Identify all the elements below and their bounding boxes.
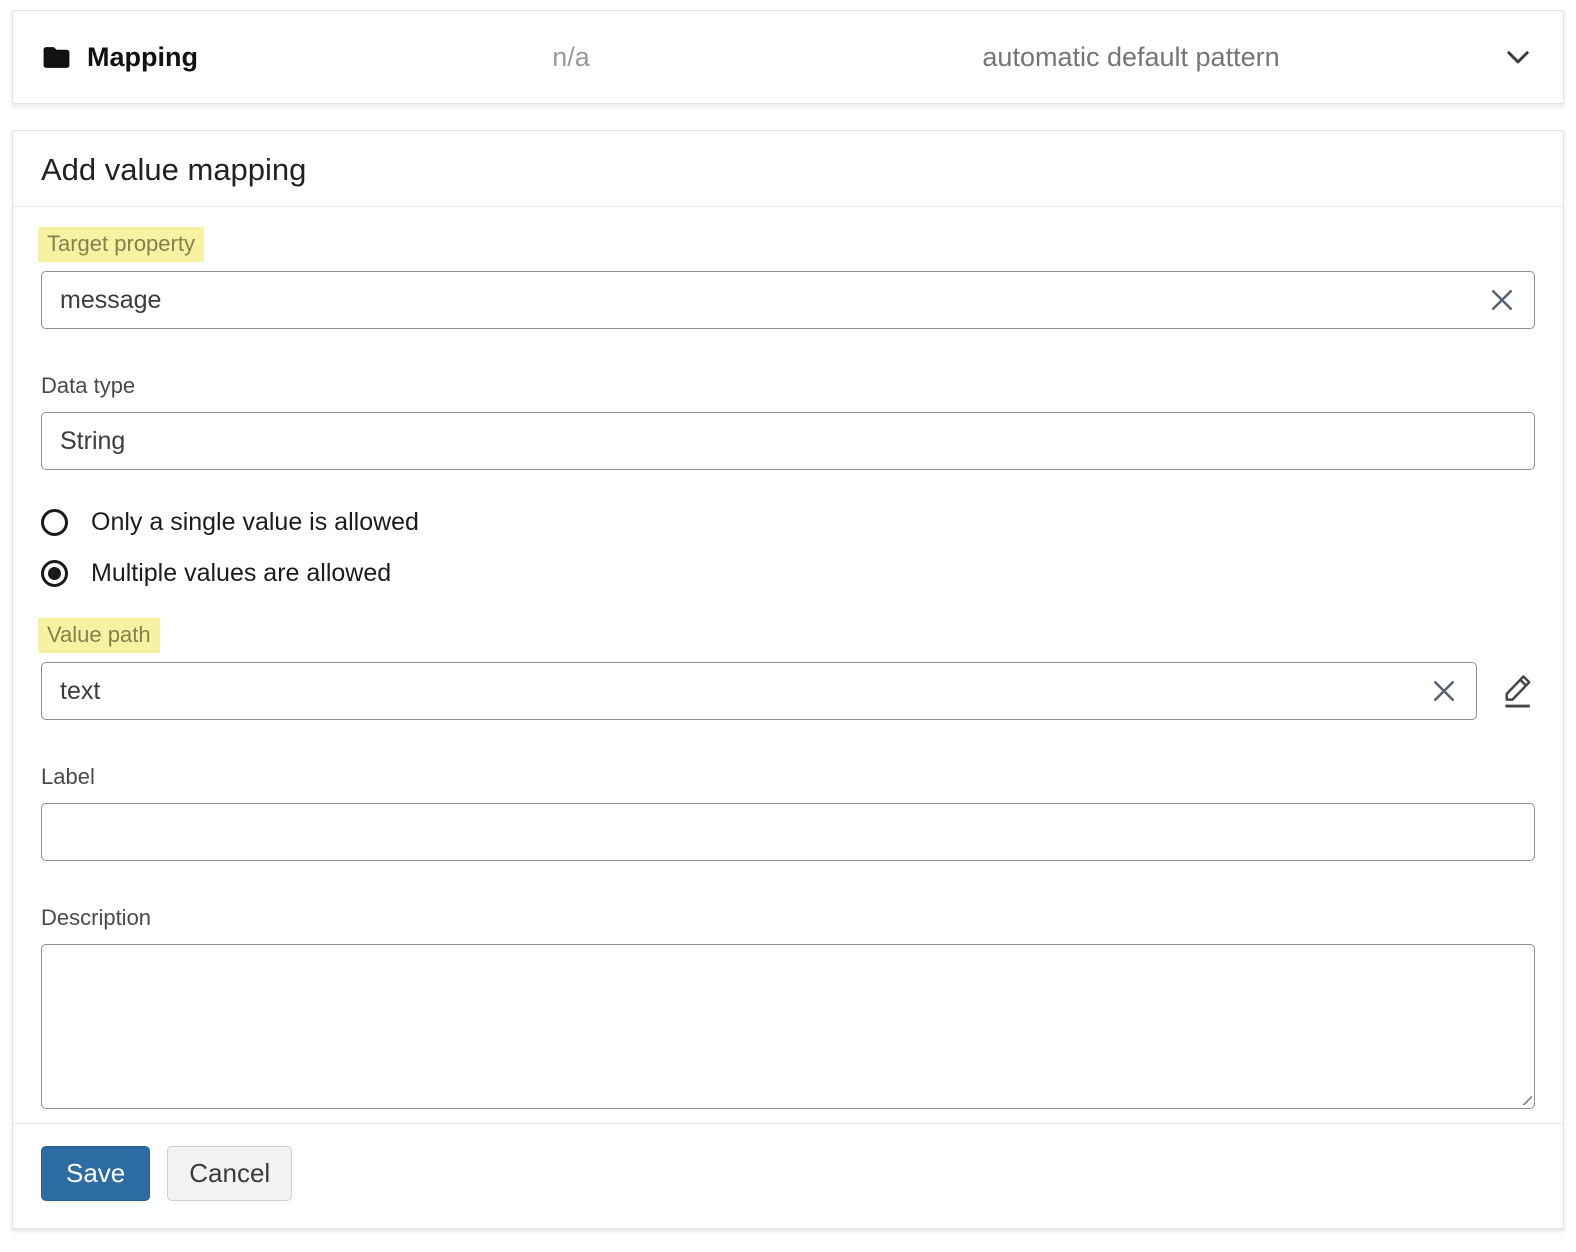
radio-unchecked-icon[interactable]: [41, 509, 68, 536]
multiple-values-radio[interactable]: Multiple values are allowed: [41, 559, 1535, 588]
cancel-button[interactable]: Cancel: [167, 1146, 293, 1201]
single-value-radio[interactable]: Only a single value is allowed: [41, 508, 1535, 537]
card-footer: Save Cancel: [13, 1123, 1563, 1228]
chevron-down-icon[interactable]: [1491, 40, 1535, 74]
label-label: Label: [41, 764, 95, 789]
mapping-middle-value: n/a: [552, 41, 590, 72]
data-type-input[interactable]: [41, 412, 1535, 470]
description-group: Description: [41, 905, 1535, 1109]
card-body: Target property Data type: [13, 207, 1563, 1123]
clear-value-path-icon[interactable]: [1429, 676, 1459, 706]
target-property-group: Target property: [38, 227, 1535, 329]
single-value-radio-label: Only a single value is allowed: [91, 508, 419, 536]
mapping-header-left: Mapping: [41, 42, 371, 73]
card-header: Add value mapping: [13, 131, 1563, 207]
cardinality-radio-group: Only a single value is allowed Multiple …: [41, 508, 1535, 588]
save-button[interactable]: Save: [41, 1146, 151, 1201]
mapping-pattern-value: automatic default pattern: [982, 41, 1280, 72]
description-label: Description: [41, 905, 152, 930]
target-property-input[interactable]: [41, 271, 1535, 329]
radio-checked-icon[interactable]: [41, 560, 68, 587]
value-path-group: Value path: [38, 618, 1535, 720]
mapping-title: Mapping: [87, 41, 198, 72]
description-textarea[interactable]: [41, 944, 1535, 1109]
data-type-label: Data type: [41, 373, 136, 398]
mapping-header-bar: Mapping n/a automatic default pattern: [12, 10, 1564, 104]
label-group: Label: [41, 764, 1535, 861]
value-path-input[interactable]: [41, 662, 1477, 720]
folder-icon: [41, 42, 72, 73]
add-value-mapping-card: Add value mapping Target property messag…: [12, 130, 1564, 1229]
page-title: Add value mapping: [41, 152, 307, 187]
target-property-label: Target property: [38, 227, 204, 262]
edit-pencil-icon[interactable]: [1499, 670, 1535, 712]
page: Mapping n/a automatic default pattern Ad…: [0, 0, 1576, 1252]
data-type-group: Data type: [41, 373, 1535, 470]
multiple-values-radio-label: Multiple values are allowed: [91, 559, 392, 587]
clear-target-property-icon[interactable]: [1487, 285, 1517, 315]
label-input[interactable]: [41, 803, 1535, 861]
value-path-label: Value path: [38, 618, 160, 653]
